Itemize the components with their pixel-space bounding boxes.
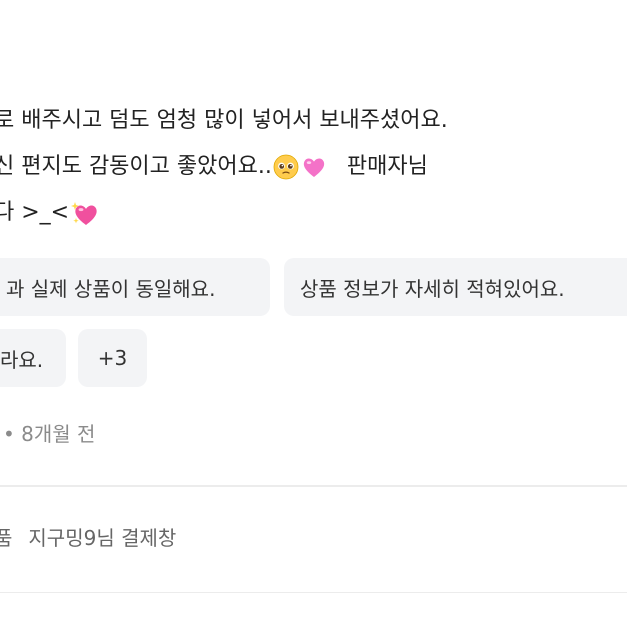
sparkling-heart-icon <box>71 202 97 225</box>
product-title: 지구밍9님 결제창 <box>28 526 177 550</box>
more-tags-label: +3 <box>97 346 128 370</box>
pleading-face-icon <box>273 154 299 180</box>
review-line-2-suffix: 판매자님 <box>346 154 428 179</box>
review-text: 로 배주시고 덤도 엄청 많이 넣어서 보내주셨어요. 신 편지도 감동이고 좋… <box>0 98 627 236</box>
review-tag-label: 과 실제 상품이 동일해요. <box>6 276 216 301</box>
review-tag-label: 상품 정보가 자세히 적혀있어요. <box>300 276 565 301</box>
review-tag-chip[interactable]: 과 실제 상품이 동일해요. <box>0 258 270 316</box>
review-tag-chip[interactable]: 라요. <box>0 329 66 387</box>
divider <box>0 592 627 593</box>
divider <box>0 485 627 487</box>
review-tag-chip[interactable]: 상품 정보가 자세히 적혀있어요. <box>284 258 627 316</box>
review-date: • 8개월 전 <box>3 422 96 446</box>
pink-heart-icon <box>303 158 325 177</box>
review-tag-label: 라요. <box>0 347 44 372</box>
review-line-2: 신 편지도 감동이고 좋았어요.. 판매자님 <box>0 144 627 190</box>
review-line-2-text: 신 편지도 감동이고 좋았어요.. <box>0 154 272 179</box>
review-line-1: 로 배주시고 덤도 엄청 많이 넣어서 보내주셨어요. <box>0 108 448 133</box>
review-line-3: 다 >_< <box>0 190 627 236</box>
more-tags-button[interactable]: +3 <box>78 329 147 387</box>
reviewed-product-link[interactable]: 품 지구밍9님 결제창 <box>0 522 176 551</box>
product-prefix: 품 <box>0 526 13 550</box>
review-line-3-text: 다 >_< <box>0 200 70 225</box>
